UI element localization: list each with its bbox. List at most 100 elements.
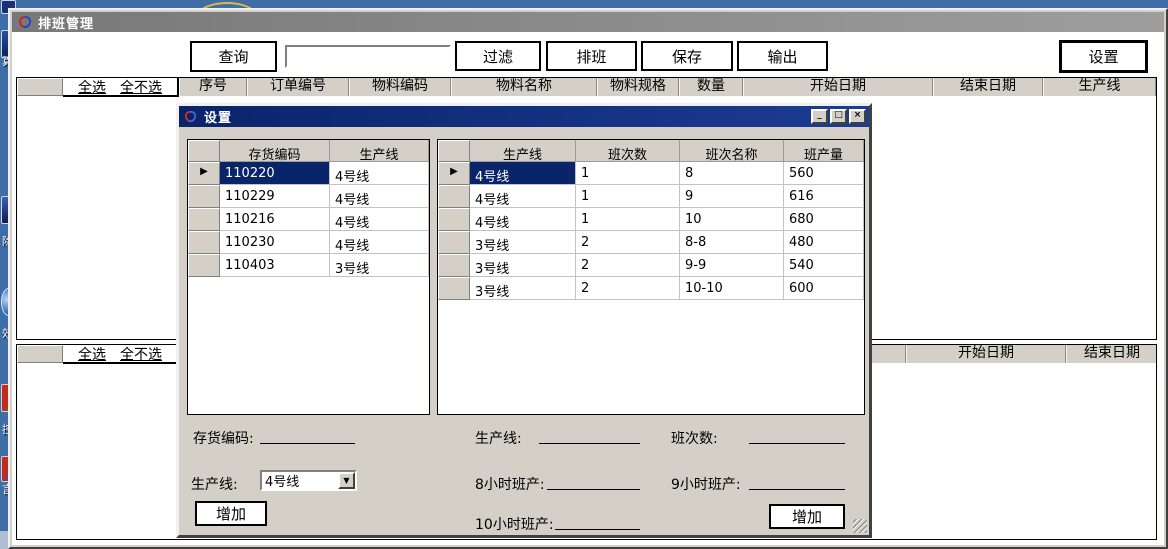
query-button[interactable]: 查询 (190, 41, 277, 72)
grid-corner (438, 140, 470, 162)
search-input[interactable] (285, 45, 451, 68)
grid-cell[interactable]: 480 (784, 231, 864, 254)
grid-column-header[interactable]: 班次名称 (680, 140, 784, 162)
output-button[interactable]: 输出 (737, 41, 828, 71)
inventory-code-field[interactable] (260, 442, 355, 444)
add-left-button[interactable]: 增加 (195, 501, 267, 526)
chevron-down-icon[interactable]: ▼ (338, 472, 355, 489)
grid-cell[interactable]: 2 (576, 254, 680, 277)
maximize-icon[interactable]: □ (830, 109, 847, 124)
grid-cell[interactable]: 4号线 (470, 185, 576, 208)
grid-cell[interactable]: 1 (576, 162, 680, 185)
grid-cell[interactable]: 1 (576, 185, 680, 208)
grid-column-header[interactable]: 班产量 (784, 140, 864, 162)
column-header[interactable]: 开始日期 (906, 345, 1066, 363)
row-header[interactable] (438, 277, 470, 300)
select-all-link[interactable]: 全选 (78, 77, 106, 97)
grid-row: 110229 4号线 (188, 185, 429, 208)
grid-cell[interactable]: 2 (576, 231, 680, 254)
grid-cell[interactable]: 8 (680, 162, 784, 185)
grid-cell[interactable]: 3号线 (470, 231, 576, 254)
grid-row: 4号线 1 10 680 (438, 208, 864, 231)
column-header[interactable]: 结束日期 (933, 78, 1043, 96)
column-header[interactable]: 物料编码 (349, 78, 451, 96)
grid-row: 4号线 1 9 616 (438, 185, 864, 208)
grid-cell[interactable]: 110229 (220, 185, 330, 208)
grid-cell[interactable]: 600 (784, 277, 864, 300)
row-header[interactable] (188, 208, 220, 231)
grid-cell[interactable]: 4号线 (330, 208, 429, 231)
column-header[interactable]: 订单编号 (247, 78, 349, 96)
row-header[interactable] (438, 231, 470, 254)
grid-cell[interactable]: 9 (680, 185, 784, 208)
app-logo-icon (17, 15, 33, 30)
row-header[interactable] (438, 254, 470, 277)
grid-cell[interactable]: 616 (784, 185, 864, 208)
column-header[interactable]: 结束日期 (1066, 345, 1157, 363)
grid-column-header[interactable]: 生产线 (470, 140, 576, 162)
row-header[interactable] (438, 208, 470, 231)
line2-field[interactable] (539, 442, 640, 444)
grid-cell[interactable]: 4号线 (330, 185, 429, 208)
line-select[interactable]: 4号线 ▼ (260, 470, 357, 491)
select-none-link[interactable]: 全不选 (120, 77, 162, 97)
grid-cell[interactable]: 10 (680, 208, 784, 231)
grid-cell[interactable]: 3号线 (330, 254, 429, 277)
main-window-title: 排班管理 (38, 13, 94, 32)
shift8-field[interactable] (547, 488, 640, 490)
grid-cell[interactable]: 2 (576, 277, 680, 300)
grid-cell[interactable]: 110230 (220, 231, 330, 254)
grid-cell[interactable]: 3号线 (470, 254, 576, 277)
table-corner-cell (17, 78, 63, 96)
settings-button[interactable]: 设置 (1059, 40, 1148, 73)
save-button[interactable]: 保存 (641, 41, 733, 71)
table-corner-cell (17, 345, 63, 363)
grid-column-header[interactable]: 班次数 (576, 140, 680, 162)
filter-button[interactable]: 过滤 (455, 41, 541, 71)
row-header[interactable] (188, 231, 220, 254)
select-all-link[interactable]: 全选 (78, 344, 106, 364)
resize-grip[interactable] (853, 519, 867, 533)
column-header[interactable]: 开始日期 (743, 78, 933, 96)
schedule-button[interactable]: 排班 (546, 41, 637, 71)
grid-cell[interactable]: 110220 (220, 162, 330, 185)
select-none-link[interactable]: 全不选 (120, 344, 162, 364)
column-header[interactable]: 序号 (179, 78, 247, 96)
close-icon[interactable]: × (849, 109, 866, 124)
grid-cell[interactable]: 560 (784, 162, 864, 185)
column-header[interactable]: 生产线 (1043, 78, 1156, 96)
line-label: 生产线: (191, 474, 238, 494)
grid-cell[interactable]: 540 (784, 254, 864, 277)
column-header[interactable]: 数量 (679, 78, 743, 96)
app-logo-icon (183, 109, 199, 124)
grid-cell[interactable]: 4号线 (470, 208, 576, 231)
add-right-button[interactable]: 增加 (769, 504, 845, 529)
row-marker[interactable]: ▶ (188, 162, 220, 185)
row-marker[interactable]: ▶ (438, 162, 470, 185)
grid-cell[interactable]: 8-8 (680, 231, 784, 254)
shift9-field[interactable] (749, 488, 845, 490)
column-header[interactable]: 物料规格 (597, 78, 679, 96)
grid-cell[interactable]: 110403 (220, 254, 330, 277)
grid-cell[interactable]: 110216 (220, 208, 330, 231)
minimize-icon[interactable]: _ (811, 109, 828, 124)
main-window-titlebar[interactable]: 排班管理 (12, 12, 1164, 32)
grid-cell[interactable]: 680 (784, 208, 864, 231)
grid-cell[interactable]: 4号线 (330, 231, 429, 254)
grid-cell[interactable]: 4号线 (470, 162, 576, 185)
row-header[interactable] (188, 254, 220, 277)
dialog-titlebar[interactable]: 设置 _ □ × (179, 106, 869, 127)
shift9-label: 9小时班产: (671, 474, 741, 494)
row-header[interactable] (188, 185, 220, 208)
grid-cell[interactable]: 1 (576, 208, 680, 231)
grid-cell[interactable]: 10-10 (680, 277, 784, 300)
shift-count-field[interactable] (749, 442, 845, 444)
grid-column-header[interactable]: 生产线 (330, 140, 429, 162)
row-header[interactable] (438, 185, 470, 208)
shift10-field[interactable] (555, 528, 640, 530)
grid-column-header[interactable]: 存货编码 (220, 140, 330, 162)
grid-cell[interactable]: 4号线 (330, 162, 429, 185)
column-header[interactable]: 物料名称 (451, 78, 597, 96)
grid-cell[interactable]: 3号线 (470, 277, 576, 300)
grid-cell[interactable]: 9-9 (680, 254, 784, 277)
